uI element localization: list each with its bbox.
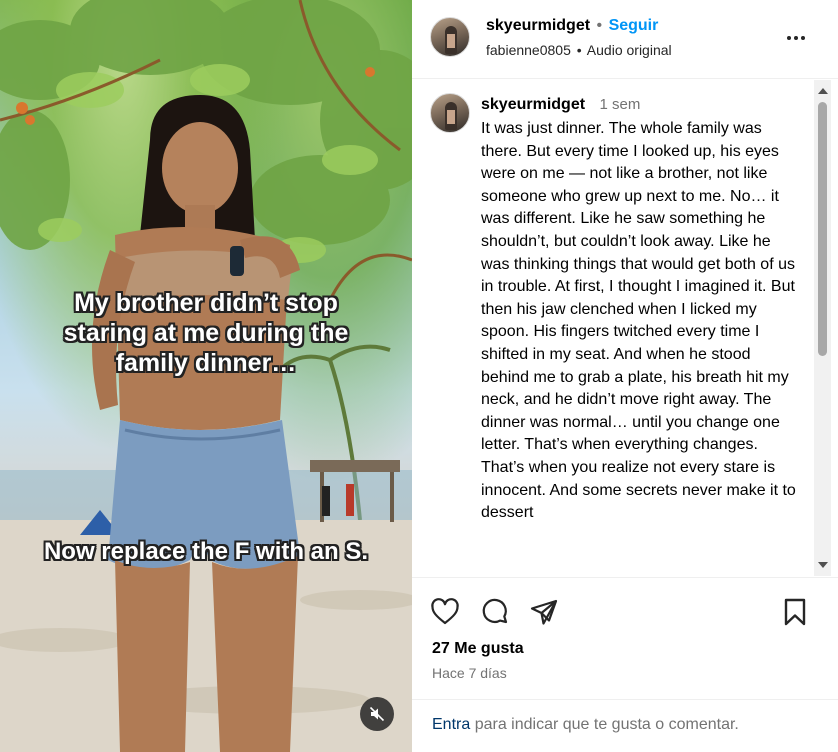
login-link[interactable]: Entra [432, 716, 470, 733]
video-caption-top: My brother didn’t stop staring at me dur… [63, 289, 349, 377]
share-icon[interactable] [529, 597, 559, 627]
post-date[interactable]: Hace 7 días [432, 665, 507, 681]
heart-icon[interactable] [430, 597, 460, 627]
login-prompt-rest: para indicar que te gusta o comentar. [470, 716, 739, 733]
avatar[interactable] [430, 93, 470, 133]
reel-video[interactable]: My brother didn’t stop staring at me dur… [0, 0, 412, 752]
separator-dot: • [576, 42, 582, 58]
scroll-up-arrow-icon[interactable] [818, 88, 828, 94]
post-details-panel: skyeurmidget • Seguir fabienne0805 • Aud… [412, 0, 838, 752]
mute-toggle-button[interactable] [360, 697, 394, 731]
comments-scrollbar[interactable] [814, 80, 831, 576]
comment-icon[interactable] [480, 597, 510, 627]
comment-header: skyeurmidget 1 sem [481, 96, 640, 114]
speaker-muted-icon [369, 706, 385, 722]
more-horizontal-icon[interactable] [784, 26, 808, 50]
post-caption-text: It was just dinner. The whole family was… [481, 120, 796, 522]
post-header: skyeurmidget • Seguir fabienne0805 • Aud… [412, 0, 838, 79]
header-user-line: skyeurmidget • Seguir [486, 17, 658, 35]
audio-label-link[interactable]: Audio original [587, 42, 672, 58]
bookmark-icon[interactable] [780, 597, 810, 627]
post-actions: 27 Me gusta Hace 7 días [412, 577, 838, 699]
username-link[interactable]: skyeurmidget [486, 17, 590, 34]
scroll-down-arrow-icon[interactable] [818, 562, 828, 568]
scrollbar-thumb[interactable] [818, 102, 827, 356]
video-caption-bottom: Now replace the F with an S. [43, 538, 369, 565]
comment-timestamp[interactable]: 1 sem [600, 96, 641, 113]
comment-username-link[interactable]: skyeurmidget [481, 96, 585, 113]
audio-user-link[interactable]: fabienne0805 [486, 42, 571, 58]
comments-section[interactable]: skyeurmidget 1 sem It was just dinner. T… [412, 80, 838, 576]
login-prompt-text: Entra para indicar que te gusta o coment… [432, 716, 739, 734]
avatar[interactable] [430, 17, 470, 57]
separator-dot: • [596, 17, 603, 34]
likes-count[interactable]: 27 Me gusta [432, 640, 524, 658]
login-prompt: Entra para indicar que te gusta o coment… [412, 699, 838, 752]
audio-line: fabienne0805 • Audio original [486, 42, 672, 58]
follow-button[interactable]: Seguir [609, 17, 659, 34]
